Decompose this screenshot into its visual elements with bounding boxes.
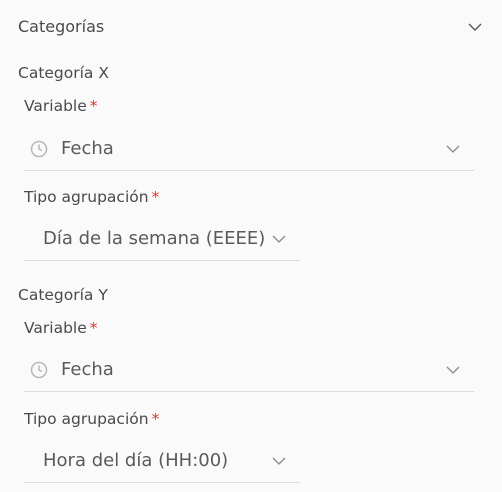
variable-y-value: Fecha — [61, 359, 114, 380]
grouping-x-label: Tipo agrupación * — [24, 188, 159, 206]
grouping-y-label-text: Tipo agrupación — [24, 410, 149, 428]
category-y-title: Categoría Y — [18, 286, 108, 304]
variable-y-label: Variable * — [24, 319, 98, 337]
chevron-down-icon[interactable] — [272, 235, 286, 245]
grouping-y-select[interactable]: Hora del día (HH:00) — [24, 440, 300, 483]
clock-icon — [30, 361, 48, 379]
clock-icon — [30, 140, 48, 158]
category-x-title: Categoría X — [18, 64, 109, 82]
chevron-down-icon[interactable] — [272, 457, 286, 467]
variable-y-select[interactable]: Fecha — [24, 349, 474, 392]
variable-x-select[interactable]: Fecha — [24, 128, 474, 171]
grouping-x-label-text: Tipo agrupación — [24, 188, 149, 206]
required-marker: * — [89, 319, 98, 337]
variable-x-value: Fecha — [61, 138, 114, 159]
chevron-down-icon[interactable] — [446, 366, 460, 376]
chevron-down-icon[interactable] — [468, 23, 482, 33]
required-marker: * — [151, 410, 160, 428]
grouping-y-label: Tipo agrupación * — [24, 410, 159, 428]
required-marker: * — [151, 188, 160, 206]
variable-y-label-text: Variable — [24, 319, 87, 337]
grouping-x-value: Día de la semana (EEEE) — [43, 228, 266, 249]
variable-x-label-text: Variable — [24, 97, 87, 115]
variable-x-label: Variable * — [24, 97, 98, 115]
grouping-y-value: Hora del día (HH:00) — [43, 450, 229, 471]
required-marker: * — [89, 97, 98, 115]
categories-section-header[interactable]: Categorías — [0, 0, 502, 54]
grouping-x-select[interactable]: Día de la semana (EEEE) — [24, 218, 300, 261]
chevron-down-icon[interactable] — [446, 145, 460, 155]
section-title: Categorías — [18, 17, 105, 36]
